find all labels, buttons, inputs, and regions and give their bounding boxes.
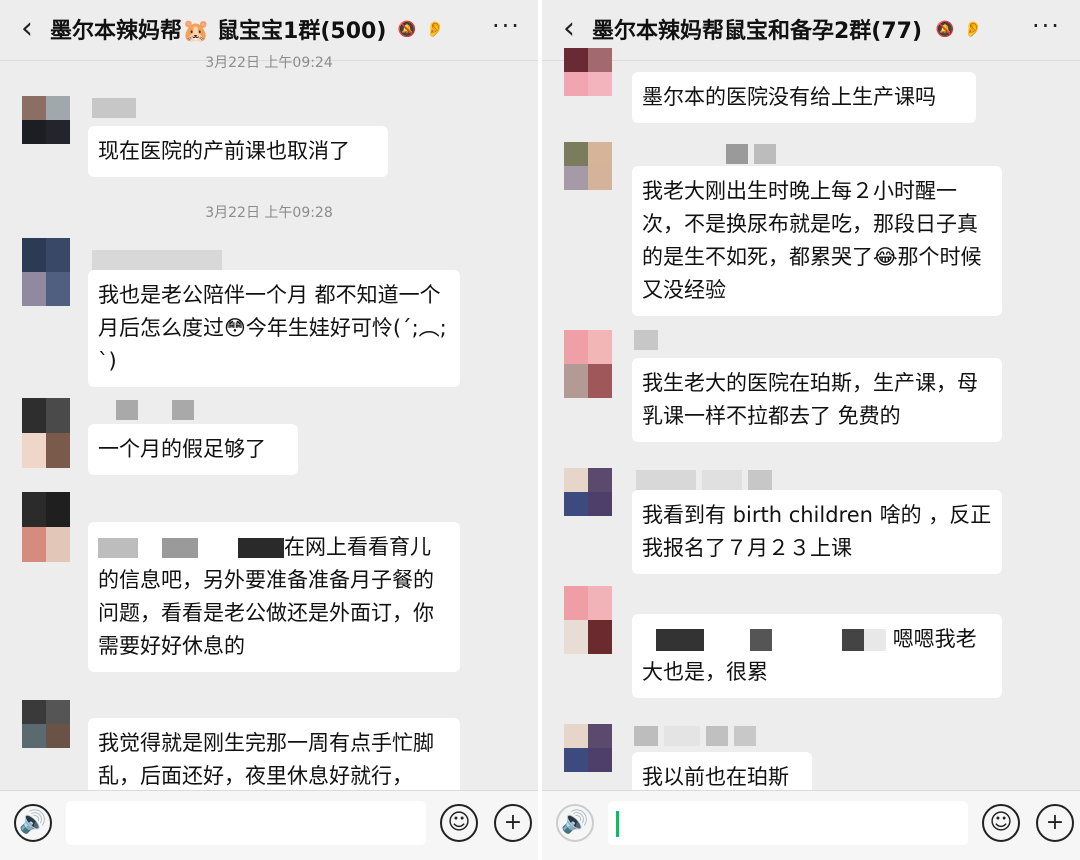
sender-name-blurred — [636, 470, 772, 490]
chat-title: 墨尔本辣妈帮鼠宝和备孕2群(77) — [592, 19, 923, 44]
chat-header: ‹ 墨尔本辣妈帮鼠宝和备孕2群(77) 🔕 👂 ··· — [542, 0, 1080, 61]
avatar[interactable] — [22, 398, 70, 468]
mute-bell-icon: 🔕 — [935, 20, 955, 38]
input-bar: 🔊 ☺ + — [0, 790, 538, 860]
right-chat-panel: ‹ 墨尔本辣妈帮鼠宝和备孕2群(77) 🔕 👂 ··· 墨尔本的医院没有给上生产… — [542, 0, 1080, 860]
emoji-icon[interactable]: ☺ — [440, 804, 478, 842]
avatar[interactable] — [564, 586, 612, 654]
more-options-icon[interactable]: ··· — [1032, 14, 1061, 38]
avatar[interactable] — [564, 330, 612, 398]
more-options-icon[interactable]: ··· — [492, 14, 521, 38]
ear-icon: 👂 — [963, 20, 983, 38]
sender-name-blurred — [634, 330, 658, 350]
plus-icon[interactable]: + — [494, 804, 532, 842]
avatar[interactable] — [22, 700, 70, 748]
sender-name-blurred — [116, 400, 194, 420]
timestamp: 3月22日 上午09:28 — [205, 205, 333, 221]
voice-input-icon[interactable]: 🔊 — [14, 804, 52, 842]
mute-bell-icon: 🔕 — [397, 20, 417, 38]
message-input[interactable] — [66, 801, 426, 845]
sender-name-blurred — [726, 144, 776, 164]
avatar[interactable] — [564, 142, 612, 190]
text-cursor — [616, 811, 619, 837]
message-bubble[interactable]: 在网上看看育儿的信息吧，另外要准备准备月子餐的问题，看看是老公做还是外面订，你需… — [88, 522, 460, 672]
avatar[interactable] — [564, 724, 612, 772]
message-bubble[interactable]: 我看到有 birth children 啥的 ，反正我报名了７月２３上课 — [632, 490, 1002, 574]
message-bubble[interactable]: 一个月的假足够了 — [88, 424, 298, 475]
message-bubble[interactable]: 我生老大的医院在珀斯，生产课，母乳课一样不拉都去了 免费的 — [632, 358, 1002, 442]
message-input[interactable] — [608, 801, 968, 845]
left-chat-panel: ‹ 墨尔本辣妈帮🐹 鼠宝宝1群(500) 🔕 👂 ··· 3月22日 上午09:… — [0, 0, 538, 860]
sender-name-blurred — [92, 250, 222, 270]
plus-icon[interactable]: + — [1036, 804, 1074, 842]
avatar[interactable] — [564, 48, 612, 96]
back-arrow-icon[interactable]: ‹ — [14, 12, 40, 46]
back-arrow-icon[interactable]: ‹ — [556, 12, 582, 46]
timestamp: 3月22日 上午09:24 — [205, 55, 333, 71]
message-bubble[interactable]: 墨尔本的医院没有给上生产课吗 — [632, 72, 976, 123]
message-bubble[interactable]: 嗯嗯我老大也是，很累 — [632, 614, 1002, 698]
avatar[interactable] — [22, 492, 70, 562]
avatar[interactable] — [22, 238, 70, 306]
input-bar: 🔊 ☺ + — [542, 790, 1080, 860]
emoji-icon[interactable]: ☺ — [982, 804, 1020, 842]
sender-name-blurred — [92, 98, 136, 118]
sender-name-blurred — [634, 726, 756, 746]
avatar[interactable] — [564, 468, 612, 516]
voice-input-icon[interactable]: 🔊 — [556, 804, 594, 842]
message-bubble[interactable]: 我老大刚出生时晚上每２小时醒一次，不是换尿布就是吃，那段日子真的是生不如死，都累… — [632, 166, 1002, 316]
message-bubble[interactable]: 现在医院的产前课也取消了 — [88, 126, 388, 177]
ear-icon: 👂 — [425, 20, 445, 38]
avatar[interactable] — [22, 96, 70, 144]
message-bubble[interactable]: 我也是老公陪伴一个月 都不知道一个月后怎么度过😳今年生娃好可怜(´;︵;`) — [88, 270, 460, 387]
chat-title: 墨尔本辣妈帮🐹 鼠宝宝1群(500) — [50, 19, 387, 44]
